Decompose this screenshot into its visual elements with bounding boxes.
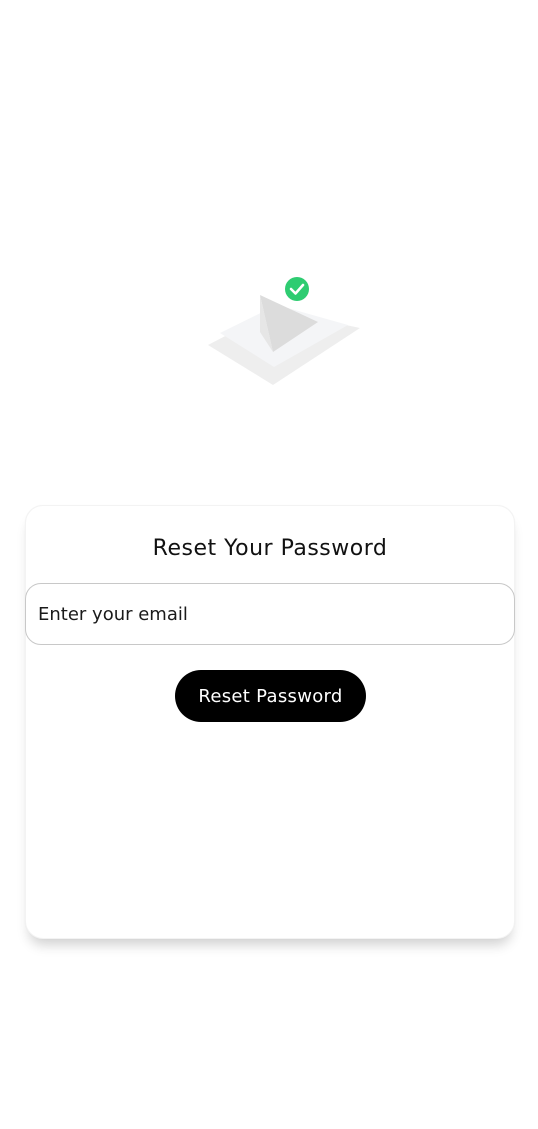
reset-password-card: Reset Your Password Reset Password — [25, 505, 515, 939]
email-field[interactable] — [25, 583, 515, 645]
email-sent-illustration — [200, 270, 370, 395]
page-title: Reset Your Password — [152, 536, 388, 561]
check-badge-icon — [285, 277, 309, 301]
envelope-check-icon — [208, 277, 360, 385]
reset-password-screen: Reset Your Password Reset Password — [0, 0, 538, 1129]
reset-password-button[interactable]: Reset Password — [175, 670, 366, 722]
